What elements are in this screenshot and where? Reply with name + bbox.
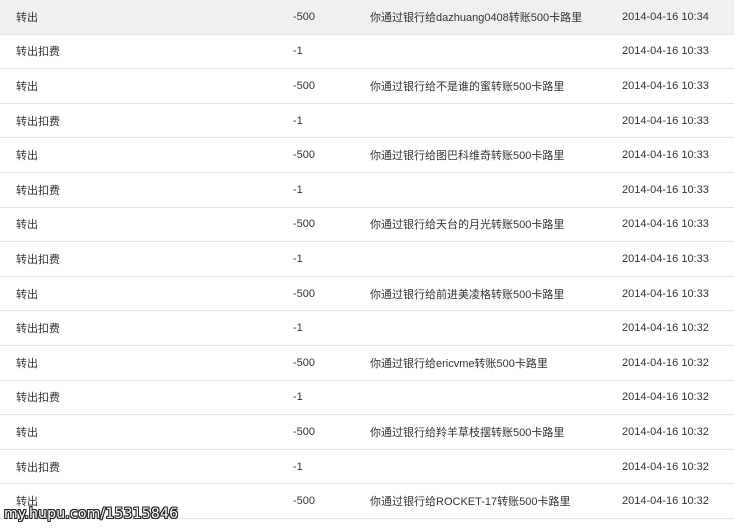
description-cell: 你通过银行给不是谁的蜜转账500卡路里 bbox=[370, 80, 565, 93]
time-cell: 2014-04-16 10:32 bbox=[622, 322, 709, 335]
time-cell: 2014-04-16 10:32 bbox=[622, 460, 709, 473]
amount-cell: -1 bbox=[293, 460, 303, 473]
description-cell: 你通过银行给前进美凌格转账500卡路里 bbox=[370, 288, 565, 301]
description-cell: 你通过银行给ROCKET-17转账500卡路里 bbox=[370, 496, 571, 509]
table-row: 转出 -500 你通过银行给图巴科维奇转账500卡路里 2014-04-16 10:3… bbox=[0, 138, 734, 173]
amount-cell: -500 bbox=[293, 149, 316, 162]
amount-cell: -500 bbox=[293, 79, 316, 92]
type-cell: 转出扣费 bbox=[16, 253, 60, 266]
description-cell: 你通过银行给羚羊草枝摆转账500卡路里 bbox=[370, 426, 565, 439]
time-cell: 2014-04-16 10:32 bbox=[622, 356, 709, 369]
table-row: 转出扣费 -1 2014-04-16 10:33 bbox=[0, 34, 734, 70]
type-cell: 转出 bbox=[16, 426, 38, 439]
type-cell: 转出扣费 bbox=[16, 184, 60, 197]
amount-cell: -500 bbox=[293, 356, 316, 369]
watermark: my.hupu.com/15315846 bbox=[4, 506, 179, 522]
time-cell: 2014-04-16 10:32 bbox=[622, 391, 709, 404]
time-cell: 2014-04-16 10:33 bbox=[622, 149, 709, 162]
time-cell: 2014-04-16 10:33 bbox=[622, 79, 709, 92]
amount-cell: -1 bbox=[293, 391, 303, 404]
amount-cell: -1 bbox=[293, 183, 303, 196]
table-row: 转出扣费 -1 2014-04-16 10:32 bbox=[0, 380, 734, 416]
amount-cell: -500 bbox=[293, 218, 316, 231]
type-cell: 转出 bbox=[16, 150, 38, 163]
time-cell: 2014-04-16 10:33 bbox=[622, 252, 709, 265]
type-cell: 转出 bbox=[16, 219, 38, 232]
type-cell: 转出扣费 bbox=[16, 392, 60, 405]
time-cell: 2014-04-16 10:33 bbox=[622, 287, 709, 300]
type-cell: 转出扣费 bbox=[16, 461, 60, 474]
table-row: 转出扣费 -1 2014-04-16 10:32 bbox=[0, 311, 734, 346]
amount-cell: -1 bbox=[293, 45, 303, 58]
transaction-table: 转出 -500 你通过银行给dazhuang0408转账500卡路里 2014-04-… bbox=[0, 0, 735, 519]
amount-cell: -500 bbox=[293, 495, 316, 508]
type-cell: 转出扣费 bbox=[16, 46, 60, 59]
time-cell: 2014-04-16 10:32 bbox=[622, 425, 709, 438]
amount-cell: -1 bbox=[293, 252, 303, 265]
time-cell: 2014-04-16 10:34 bbox=[622, 10, 709, 23]
table-row: 转出扣费 -1 2014-04-16 10:33 bbox=[0, 103, 734, 139]
table-row: 转出 -500 你通过银行给ericvme转账500卡路里 2014-04-16 10… bbox=[0, 345, 734, 381]
amount-cell: -1 bbox=[293, 322, 303, 335]
type-cell: 转出 bbox=[16, 80, 38, 93]
amount-cell: -500 bbox=[293, 10, 316, 23]
table-row: 转出扣费 -1 2014-04-16 10:33 bbox=[0, 172, 734, 208]
amount-cell: -500 bbox=[293, 425, 316, 438]
type-cell: 转出扣费 bbox=[16, 115, 60, 128]
time-cell: 2014-04-16 10:33 bbox=[622, 183, 709, 196]
description-cell: 你通过银行给ericvme转账500卡路里 bbox=[370, 357, 548, 370]
type-cell: 转出 bbox=[16, 357, 38, 370]
table-row: 转出扣费 -1 2014-04-16 10:33 bbox=[0, 242, 734, 277]
time-cell: 2014-04-16 10:33 bbox=[622, 45, 709, 58]
amount-cell: -500 bbox=[293, 287, 316, 300]
table-row: 转出 -500 你通过银行给天台的月光转账500卡路里 2014-04-16 10:3… bbox=[0, 207, 734, 243]
type-cell: 转出 bbox=[16, 288, 38, 301]
description-cell: 你通过银行给dazhuang0408转账500卡路里 bbox=[370, 11, 583, 24]
table-row: 转出 -500 你通过银行给dazhuang0408转账500卡路里 2014-04-… bbox=[0, 0, 734, 35]
type-cell: 转出 bbox=[16, 11, 38, 24]
time-cell: 2014-04-16 10:33 bbox=[622, 218, 709, 231]
time-cell: 2014-04-16 10:32 bbox=[622, 495, 709, 508]
table-row: 转出 -500 你通过银行给不是谁的蜜转账500卡路里 2014-04-16 10:3… bbox=[0, 69, 734, 104]
page-edge bbox=[734, 0, 750, 528]
time-cell: 2014-04-16 10:33 bbox=[622, 114, 709, 127]
description-cell: 你通过银行给图巴科维奇转账500卡路里 bbox=[370, 150, 565, 163]
table-row: 转出扣费 -1 2014-04-16 10:32 bbox=[0, 449, 734, 485]
table-row: 转出 -500 你通过银行给羚羊草枝摆转账500卡路里 2014-04-16 10:3… bbox=[0, 415, 734, 450]
amount-cell: -1 bbox=[293, 114, 303, 127]
table-row: 转出 -500 你通过银行给前进美凌格转账500卡路里 2014-04-16 10:3… bbox=[0, 276, 734, 312]
description-cell: 你通过银行给天台的月光转账500卡路里 bbox=[370, 219, 565, 232]
type-cell: 转出扣费 bbox=[16, 323, 60, 336]
